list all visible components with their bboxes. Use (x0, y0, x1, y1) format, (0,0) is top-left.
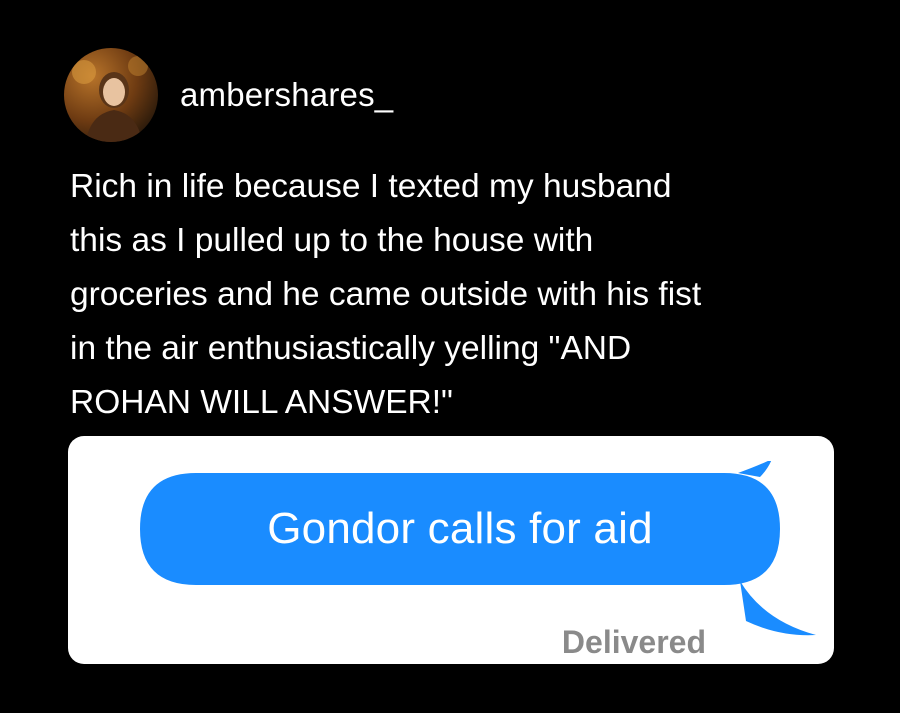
avatar[interactable] (64, 48, 158, 142)
message-bubble: Gondor calls for aid (140, 461, 820, 641)
post-caption: Rich in life because I texted my husband… (70, 168, 702, 421)
profile-photo-icon (64, 48, 158, 142)
username[interactable]: ambershares_ (180, 76, 393, 114)
message-text: Gondor calls for aid (267, 504, 653, 553)
delivery-status: Delivered (561, 624, 706, 660)
post-header: ambershares_ (64, 48, 393, 142)
message-screenshot: Gondor calls for aid Delivered (68, 436, 834, 664)
